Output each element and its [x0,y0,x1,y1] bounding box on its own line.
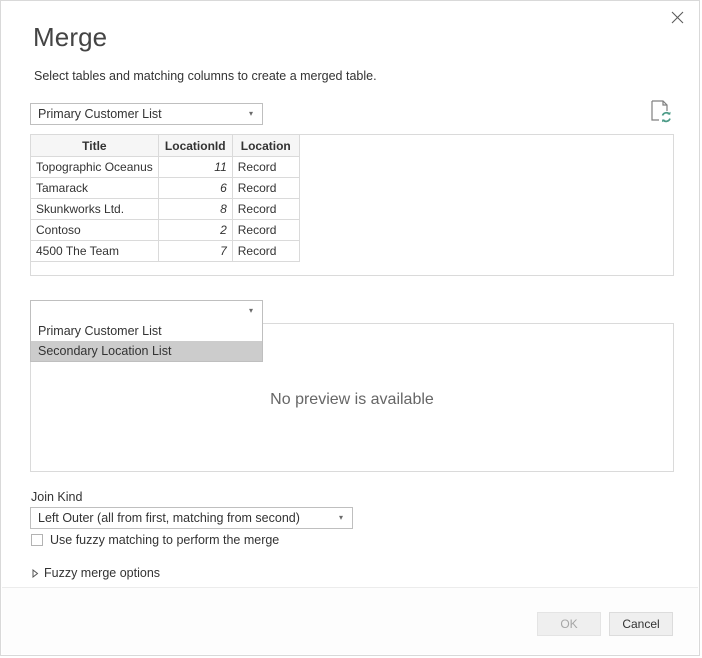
column-header-location[interactable]: Location [232,135,299,157]
table-row[interactable]: Topographic Oceanus 11 Record [31,157,300,178]
page-title: Merge [33,20,107,54]
second-table-select[interactable]: ▾ [30,300,263,322]
first-table-preview-grid: Title LocationId Location Topographic Oc… [30,134,300,262]
first-table-select[interactable]: Primary Customer List ▾ [30,103,263,125]
cancel-button[interactable]: Cancel [609,612,673,636]
chevron-right-icon [29,569,41,578]
cell-locationid: 6 [158,178,232,199]
cell-title: 4500 The Team [31,241,159,262]
dropdown-option-primary-customer-list[interactable]: Primary Customer List [31,321,262,341]
table-row[interactable]: Skunkworks Ltd. 8 Record [31,199,300,220]
cell-locationid: 2 [158,220,232,241]
column-header-title[interactable]: Title [31,135,159,157]
dialog-footer: OK Cancel [2,587,698,654]
cell-location: Record [232,157,299,178]
chevron-down-icon: ▾ [242,307,262,315]
second-table-dropdown-list: Primary Customer List Secondary Location… [30,321,263,362]
cell-locationid: 7 [158,241,232,262]
page-refresh-icon[interactable] [650,100,672,124]
close-button[interactable] [656,2,698,32]
fuzzy-merge-options-expander[interactable]: Fuzzy merge options [29,566,160,580]
chevron-down-icon: ▾ [242,110,262,118]
page-subtitle: Select tables and matching columns to cr… [34,67,377,85]
cell-locationid: 8 [158,199,232,220]
join-kind-select[interactable]: Left Outer (all from first, matching fro… [30,507,353,529]
column-header-locationid[interactable]: LocationId [158,135,232,157]
close-icon [671,11,684,24]
fuzzy-matching-checkbox-row[interactable]: Use fuzzy matching to perform the merge [31,533,279,547]
table-row[interactable]: 4500 The Team 7 Record [31,241,300,262]
chevron-down-icon: ▾ [332,514,352,522]
ok-button[interactable]: OK [537,612,601,636]
no-preview-message: No preview is available [270,391,434,409]
dropdown-option-secondary-location-list[interactable]: Secondary Location List [31,341,262,361]
cell-location: Record [232,178,299,199]
table-header-row: Title LocationId Location [31,135,300,157]
join-kind-select-value: Left Outer (all from first, matching fro… [31,511,332,525]
cell-location: Record [232,199,299,220]
fuzzy-matching-label: Use fuzzy matching to perform the merge [50,533,279,547]
table-row[interactable]: Contoso 2 Record [31,220,300,241]
table-row[interactable]: Tamarack 6 Record [31,178,300,199]
cell-title: Contoso [31,220,159,241]
fuzzy-matching-checkbox[interactable] [31,534,43,546]
cell-locationid: 11 [158,157,232,178]
cell-title: Tamarack [31,178,159,199]
cell-title: Topographic Oceanus [31,157,159,178]
join-kind-label: Join Kind [31,490,82,504]
cell-location: Record [232,220,299,241]
fuzzy-merge-options-label: Fuzzy merge options [44,566,160,580]
first-table-select-value: Primary Customer List [31,107,242,121]
cell-title: Skunkworks Ltd. [31,199,159,220]
merge-dialog: Merge Select tables and matching columns… [0,0,700,656]
cell-location: Record [232,241,299,262]
